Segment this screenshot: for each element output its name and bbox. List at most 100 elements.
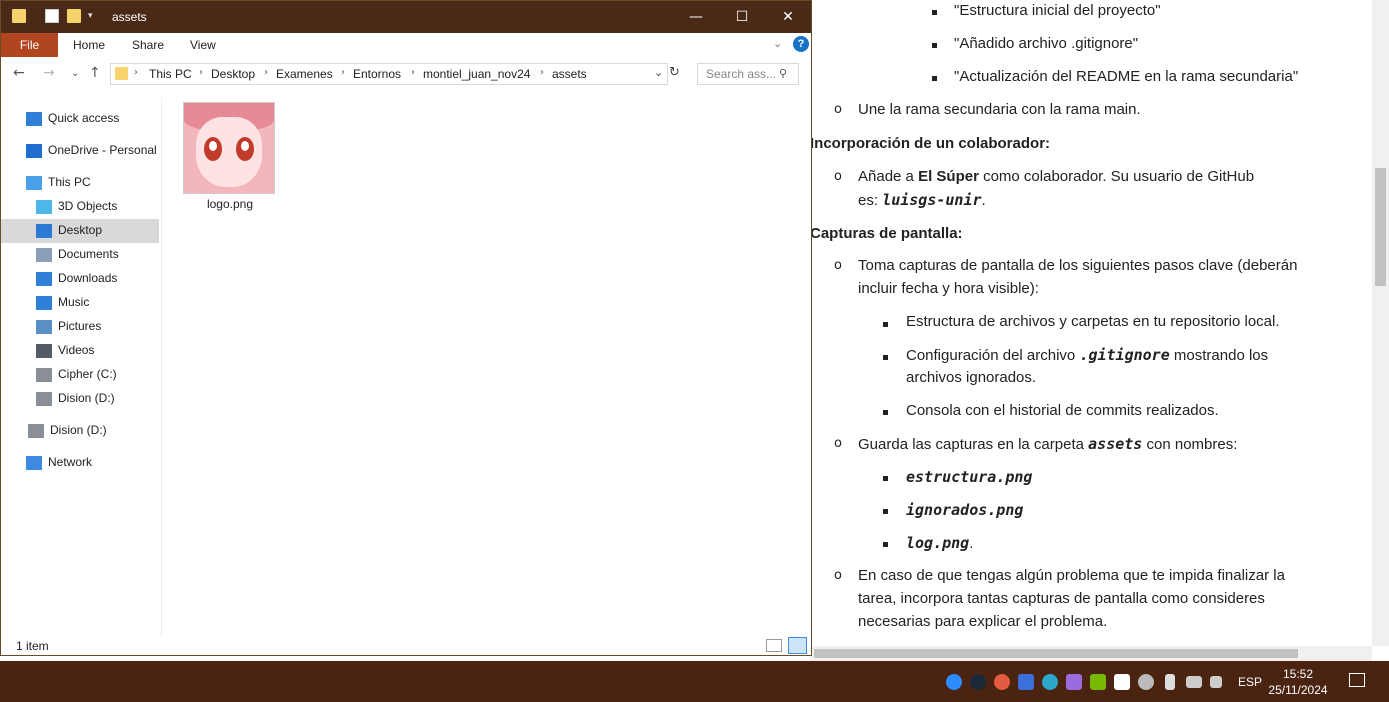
address-bar[interactable]: › This PC › Desktop › Examenes › Entorno… (110, 63, 668, 85)
thumbnail-art (236, 137, 254, 161)
security-icon[interactable] (1114, 674, 1130, 690)
time: 15:52 (1282, 667, 1314, 681)
sidebar-item-quick-access[interactable]: Quick access (1, 107, 159, 131)
bullet (932, 43, 937, 48)
chevron-down-icon[interactable]: ▾ (88, 10, 93, 21)
forward-icon[interactable]: → (43, 65, 55, 81)
thumbnail-art (196, 117, 262, 187)
network-icon[interactable] (1186, 676, 1202, 688)
close-button[interactable]: ✕ (765, 1, 811, 33)
bullet (883, 410, 888, 415)
doc-line: Configuración del archivo .gitignore mos… (906, 345, 1268, 366)
breadcrumb-this-pc[interactable]: This PC (149, 67, 192, 81)
doc-line: Añade a El Súper como colaborador. Su us… (858, 167, 1254, 187)
malwarebytes-icon[interactable] (1018, 674, 1034, 690)
microphone-icon[interactable] (1165, 674, 1175, 690)
sidebar-item-label: Cipher (C:) (58, 367, 117, 381)
bullet (883, 542, 888, 547)
sidebar-item-onedrive-personal[interactable]: OneDrive - Personal (1, 139, 159, 163)
maximize-button[interactable]: ☐ (719, 1, 765, 33)
language-indicator[interactable]: ESP (1238, 675, 1262, 689)
sidebar-item-cipher-c[interactable]: Cipher (C:) (1, 363, 159, 387)
large-icons-view-icon[interactable] (788, 637, 807, 654)
scroll-thumb[interactable] (1375, 168, 1386, 286)
doc-line: incluir fecha y hora visible): (858, 280, 1039, 297)
sidebar-item-music[interactable]: Music (1, 291, 159, 315)
expand-ribbon-icon[interactable]: ⌄ (773, 37, 782, 50)
tab-share[interactable]: Share (132, 33, 164, 57)
breadcrumb-assets[interactable]: assets (552, 67, 587, 81)
sidebar-item-pictures[interactable]: Pictures (1, 315, 159, 339)
recent-locations-icon[interactable]: ⌄ (71, 68, 79, 79)
code: luisgs-unir (882, 191, 982, 209)
sidebar-item-this-pc[interactable]: This PC (1, 171, 159, 195)
sidebar-item-downloads[interactable]: Downloads (1, 267, 159, 291)
doc-line: "Añadido archivo .gitignore" (954, 35, 1139, 52)
tray-app-icon[interactable] (1042, 674, 1058, 690)
sidebar-item-network[interactable]: Network (1, 451, 159, 475)
breadcrumb-separator: › (199, 67, 203, 78)
volume-icon[interactable] (1210, 676, 1222, 688)
breadcrumb-examenes[interactable]: Examenes (276, 67, 333, 81)
minimize-button[interactable]: — (673, 1, 719, 33)
up-icon[interactable]: ↑ (89, 65, 101, 81)
doc-line: archivos ignorados. (906, 369, 1037, 386)
tray-app-icon[interactable] (1138, 674, 1154, 690)
help-icon[interactable]: ? (793, 36, 809, 52)
bullet (883, 476, 888, 481)
sidebar-item-3d-objects[interactable]: 3D Objects (1, 195, 159, 219)
taskbar: ESP 15:52 25/11/2024 (0, 661, 1389, 702)
drive-icon (36, 368, 52, 382)
file-thumbnail[interactable] (183, 102, 275, 194)
window-title: assets (112, 10, 147, 24)
sidebar-item-label: Documents (58, 247, 119, 261)
nvidia-icon[interactable] (1090, 674, 1106, 690)
computer-icon (26, 176, 42, 190)
chevron-down-icon[interactable]: ⌄ (654, 66, 663, 79)
sidebar-item-label: Downloads (58, 271, 118, 285)
refresh-icon[interactable]: ↻ (669, 65, 680, 80)
breadcrumb-desktop[interactable]: Desktop (211, 67, 255, 81)
pictures-icon (36, 320, 52, 334)
bullet: o (834, 258, 842, 273)
zoom-icon[interactable] (946, 674, 962, 690)
sidebar-item-documents[interactable]: Documents (1, 243, 159, 267)
navigation-pane: Quick access OneDrive - Personal This PC 3D… (1, 97, 162, 637)
doc-line: es: luisgs-unir. (858, 190, 986, 211)
sidebar-item-desktop[interactable]: Desktop (1, 219, 159, 243)
steam-icon[interactable] (970, 674, 986, 690)
clock[interactable]: 15:52 25/11/2024 (1264, 666, 1332, 698)
text: Configuración del archivo (906, 347, 1080, 364)
thumbnail-art (209, 141, 217, 151)
breadcrumb-separator: › (264, 67, 268, 78)
doc-line: Toma capturas de pantalla de los siguien… (858, 257, 1298, 274)
bullet: o (834, 568, 842, 583)
tab-file[interactable]: File (1, 33, 58, 57)
text: con nombres: (1142, 436, 1238, 453)
text: es: (858, 192, 883, 209)
breadcrumb-entornos[interactable]: Entornos (353, 67, 401, 81)
vertical-scrollbar[interactable] (1372, 0, 1389, 646)
cube-icon (36, 200, 52, 214)
bullet (883, 509, 888, 514)
tab-view[interactable]: View (190, 33, 216, 57)
back-icon[interactable]: ← (13, 65, 25, 81)
tray-app-icon[interactable] (994, 674, 1010, 690)
new-folder-icon[interactable] (67, 9, 81, 23)
properties-icon[interactable] (45, 9, 59, 23)
tray-app-icon[interactable] (1066, 674, 1082, 690)
sidebar-item-dision-d[interactable]: Dision (D:) (1, 387, 159, 411)
horizontal-scrollbar[interactable] (810, 646, 1372, 661)
scroll-thumb[interactable] (814, 649, 1298, 658)
tab-home[interactable]: Home (73, 33, 105, 57)
breadcrumb-separator: › (134, 67, 138, 78)
file-name[interactable]: logo.png (185, 197, 275, 211)
sidebar-item-videos[interactable]: Videos (1, 339, 159, 363)
notification-icon[interactable] (1349, 673, 1365, 687)
details-view-icon[interactable] (766, 639, 782, 652)
sidebar-item-dision-d[interactable]: Dision (D:) (1, 419, 159, 443)
doc-line: Une la rama secundaria con la rama main. (858, 101, 1141, 118)
breadcrumb-montiel[interactable]: montiel_juan_nov24 (423, 67, 530, 81)
date: 25/11/2024 (1268, 683, 1328, 697)
code: assets (1088, 435, 1143, 453)
